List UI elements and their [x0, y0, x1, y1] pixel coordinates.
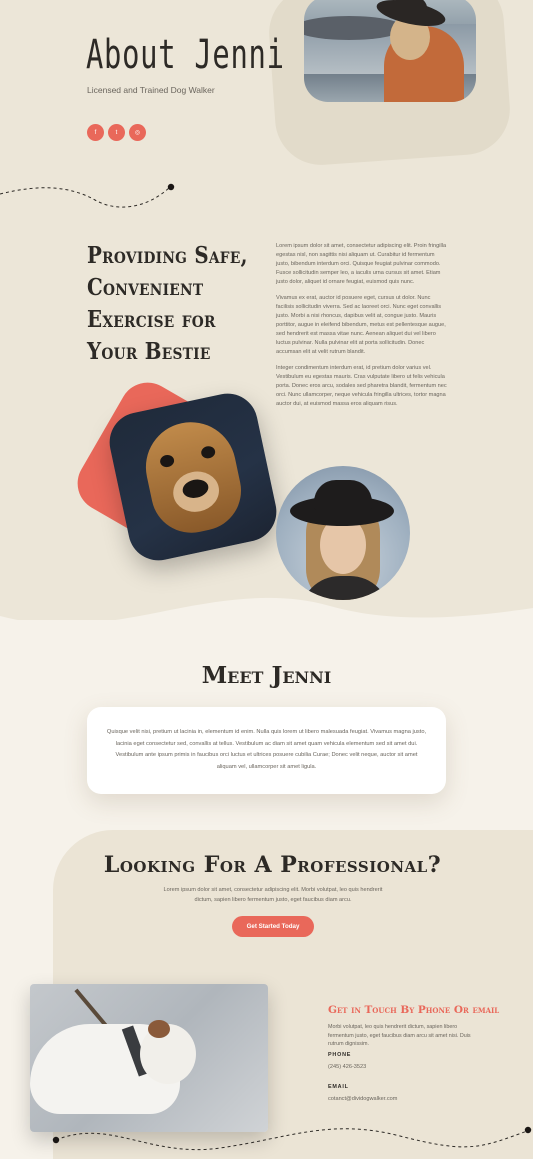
facebook-icon[interactable]: f	[87, 124, 104, 141]
dog-photo	[104, 388, 282, 566]
phone-label: PHONE	[328, 1052, 352, 1058]
email-value[interactable]: cotanct@dividogwalker.com	[328, 1096, 397, 1102]
meet-title: Meet Jenni	[201, 662, 332, 689]
page: About Jenni Licensed and Trained Dog Wal…	[0, 0, 533, 1159]
about-paragraph: Integer condimentum interdum erat, id pr…	[276, 365, 447, 407]
dog-walk-photo	[30, 984, 268, 1132]
contact-text: Morbi volutpat, leo quis hendrerit dictu…	[328, 1024, 471, 1047]
about-heading: Providing Safe, Convenient Exercise for …	[87, 242, 248, 365]
page-title: About Jenni	[86, 32, 285, 78]
about-paragraph: Lorem ipsum dolor sit amet, consectetur …	[276, 243, 447, 285]
social-links: f t ◎	[87, 124, 146, 141]
jenni-portrait	[276, 466, 410, 600]
pro-text: Lorem ipsum dolor sit amet, consectetur …	[163, 887, 383, 903]
phone-value[interactable]: (245) 426-3523	[328, 1064, 366, 1070]
contact-title: Get in Touch By Phone Or email	[328, 1004, 500, 1016]
bottom-dashed-path-decoration	[52, 1126, 532, 1151]
pro-title: Looking For A Professional?	[103, 852, 442, 878]
about-text: Lorem ipsum dolor sit amet, consectetur …	[276, 242, 448, 416]
get-started-button[interactable]: Get Started Today	[232, 916, 314, 937]
meet-card: Quisque velit nisi, pretium ut lacinia i…	[87, 707, 446, 794]
hero-subtitle: Licensed and Trained Dog Walker	[87, 85, 215, 95]
email-label: EMAIL	[328, 1084, 349, 1090]
wave-divider	[0, 597, 533, 632]
instagram-icon[interactable]: ◎	[129, 124, 146, 141]
about-paragraph: Vivamus ex erat, auctor id posuere eget,…	[276, 295, 446, 355]
meet-text: Quisque velit nisi, pretium ut lacinia i…	[106, 729, 427, 770]
hero-photo	[304, 0, 476, 102]
dashed-path-decoration	[0, 183, 175, 208]
twitter-icon[interactable]: t	[108, 124, 125, 141]
